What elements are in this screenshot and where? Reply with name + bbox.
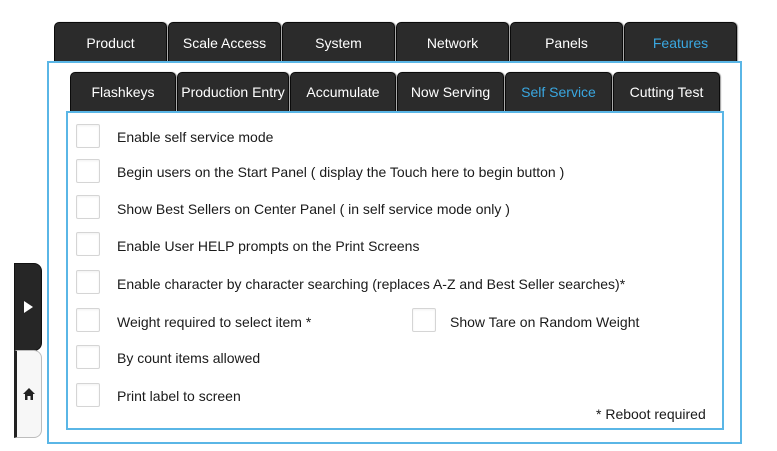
- print-label-label: Print label to screen: [117, 388, 241, 404]
- subtab-flashkeys[interactable]: Flashkeys: [70, 72, 176, 111]
- subtab-cutting-test[interactable]: Cutting Test: [613, 72, 720, 111]
- subtab-now-serving[interactable]: Now Serving: [397, 72, 504, 111]
- tab-system[interactable]: System: [282, 22, 395, 62]
- show-best-sellers-checkbox[interactable]: [76, 195, 100, 219]
- reboot-note: * Reboot required: [596, 406, 706, 422]
- home-icon: [23, 388, 35, 400]
- begin-on-start-panel-label: Begin users on the Start Panel ( display…: [117, 164, 565, 180]
- subtab-accumulate[interactable]: Accumulate: [290, 72, 396, 111]
- tab-scale-access[interactable]: Scale Access: [168, 22, 281, 62]
- tab-features[interactable]: Features: [624, 22, 737, 62]
- enable-help-prompts-checkbox[interactable]: [76, 232, 100, 256]
- show-tare-checkbox[interactable]: [412, 308, 436, 332]
- character-search-label: Enable character by character searching …: [117, 276, 626, 292]
- chevron-right-icon: [24, 301, 33, 313]
- enable-self-service-label: Enable self service mode: [117, 129, 274, 145]
- character-search-checkbox[interactable]: [76, 270, 100, 294]
- tab-network[interactable]: Network: [396, 22, 509, 62]
- home-button[interactable]: [14, 350, 42, 438]
- self-service-panel: [66, 111, 724, 430]
- enable-help-prompts-label: Enable User HELP prompts on the Print Sc…: [117, 238, 420, 254]
- enable-self-service-checkbox[interactable]: [76, 124, 100, 148]
- tab-product[interactable]: Product: [54, 22, 167, 62]
- print-label-checkbox[interactable]: [76, 383, 100, 407]
- show-best-sellers-label: Show Best Sellers on Center Panel ( in s…: [117, 201, 510, 217]
- show-tare-label: Show Tare on Random Weight: [450, 314, 640, 330]
- weight-required-label: Weight required to select item *: [117, 314, 312, 330]
- expand-sidebar-button[interactable]: [14, 263, 42, 351]
- subtab-self-service[interactable]: Self Service: [505, 72, 612, 111]
- by-count-checkbox[interactable]: [76, 345, 100, 369]
- begin-on-start-panel-checkbox[interactable]: [76, 159, 100, 183]
- weight-required-checkbox[interactable]: [76, 308, 100, 332]
- subtab-production-entry[interactable]: Production Entry: [177, 72, 289, 111]
- by-count-label: By count items allowed: [117, 350, 261, 366]
- tab-panels[interactable]: Panels: [510, 22, 623, 62]
